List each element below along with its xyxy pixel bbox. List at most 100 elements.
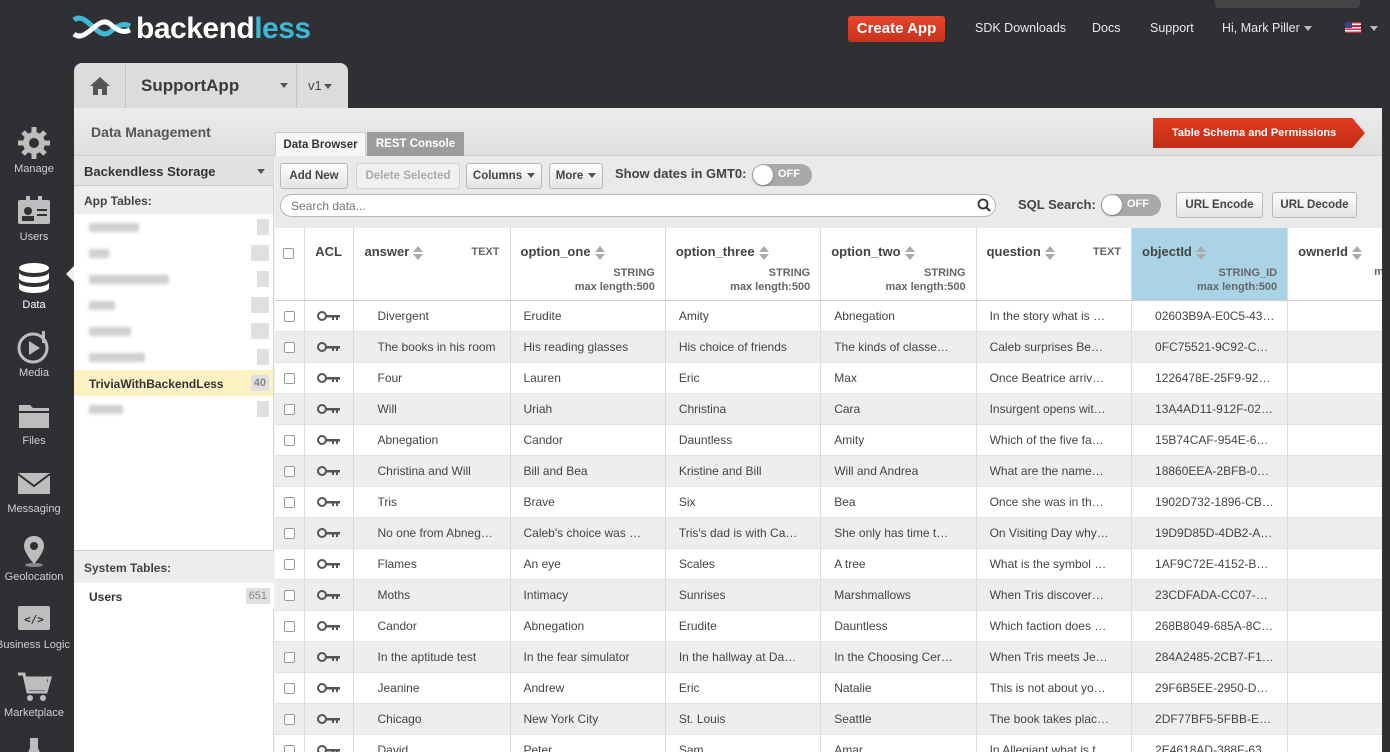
cell-objectid[interactable]: 268B8049-685A-8C… — [1131, 610, 1289, 642]
cell-answer[interactable]: Divergent — [353, 300, 511, 332]
cell-objectid[interactable]: 15B74CAF-954E-6… — [1131, 424, 1289, 456]
cell-option-one[interactable]: Abnegation — [510, 610, 666, 642]
nav-messaging[interactable]: Messaging — [0, 460, 68, 528]
cell-option-three[interactable]: Erudite — [665, 610, 822, 642]
table-item-selected[interactable]: TriviaWithBackendLess 40 — [74, 370, 273, 396]
cell-option-three[interactable]: Tris's dad is with Ca… — [665, 517, 822, 549]
cell-option-two[interactable]: Amity — [820, 424, 977, 456]
acl-cell[interactable] — [304, 641, 355, 673]
table-item-hidden[interactable] — [74, 318, 273, 344]
cell-objectid[interactable]: 19D9D85D-4DB2-A… — [1131, 517, 1289, 549]
table-item-hidden[interactable] — [74, 292, 273, 318]
cell-option-one[interactable]: Bill and Bea — [510, 455, 666, 487]
table-row[interactable]: Tris Brave Six Bea Once she was in th… 1902D7… — [275, 486, 1382, 518]
cell-option-three[interactable]: Christina — [665, 393, 822, 425]
cell-option-one[interactable]: Candor — [510, 424, 666, 456]
row-checkbox[interactable] — [284, 341, 296, 353]
cell-option-one[interactable]: Brave — [510, 486, 666, 518]
cell-option-three[interactable]: Dauntless — [665, 424, 822, 456]
search-input[interactable] — [280, 194, 996, 217]
cell-option-one[interactable]: In the fear simulator — [510, 641, 666, 673]
cell-ownerid[interactable] — [1287, 579, 1382, 611]
sort-icon[interactable] — [594, 245, 605, 260]
nav-marketplace[interactable]: Marketplace — [0, 664, 68, 732]
column-header-objectid[interactable]: objectId STRING_ID max length:500 — [1131, 228, 1289, 301]
cell-question[interactable]: Insurgent opens wit… — [976, 393, 1133, 425]
cell-objectid[interactable]: 284A2485-2CB7-F1… — [1131, 641, 1289, 673]
table-row[interactable]: In the aptitude test In the fear simulato… — [275, 641, 1382, 673]
cell-ownerid[interactable] — [1287, 703, 1382, 735]
gmt-dates-toggle[interactable]: OFF — [752, 164, 812, 186]
cell-option-two[interactable]: Bea — [820, 486, 977, 518]
support-link[interactable]: Support — [1150, 21, 1194, 35]
cell-objectid[interactable]: 02603B9A-E0C5-43… — [1131, 300, 1289, 332]
row-checkbox[interactable] — [284, 496, 296, 508]
cell-option-two[interactable]: The kinds of classe… — [820, 331, 977, 363]
cell-objectid[interactable]: 2E4618AD-388F-63… — [1131, 734, 1289, 752]
table-item-hidden[interactable] — [74, 396, 273, 422]
cell-option-three[interactable]: In the hallway at Da… — [665, 641, 822, 673]
cell-answer[interactable]: In the aptitude test — [353, 641, 511, 673]
cell-objectid[interactable]: 18860EEA-2BFB-0… — [1131, 455, 1289, 487]
table-row[interactable]: Candor Abnegation Erudite Dauntless Which fa… — [275, 610, 1382, 642]
table-row[interactable]: Chicago New York City St. Louis Seattle The … — [275, 703, 1382, 735]
row-checkbox[interactable] — [284, 558, 296, 570]
nav-data[interactable]: Data — [0, 256, 68, 324]
cell-objectid[interactable]: 1AF9C72E-4152-B… — [1131, 548, 1289, 580]
table-row[interactable]: Christina and Will Bill and Bea Kristine a… — [275, 455, 1382, 487]
cell-answer[interactable]: Four — [353, 362, 511, 394]
table-row[interactable]: The books in his room His reading glasses… — [275, 331, 1382, 363]
acl-cell[interactable] — [304, 579, 355, 611]
cell-answer[interactable]: Flames — [353, 548, 511, 580]
cell-ownerid[interactable] — [1287, 393, 1382, 425]
cell-option-three[interactable]: Six — [665, 486, 822, 518]
cell-option-three[interactable]: Kristine and Bill — [665, 455, 822, 487]
acl-cell[interactable] — [304, 393, 355, 425]
column-header-option-two[interactable]: option_two STRING max length:500 — [820, 228, 977, 301]
cell-answer[interactable]: Tris — [353, 486, 511, 518]
cell-option-two[interactable]: Seattle — [820, 703, 977, 735]
columns-dropdown[interactable]: Columns — [466, 163, 542, 189]
nav-manage[interactable]: Manage — [0, 120, 68, 188]
cell-option-three[interactable]: Amity — [665, 300, 822, 332]
cell-ownerid[interactable] — [1287, 362, 1382, 394]
cell-objectid[interactable]: 0FC75521-9C92-C… — [1131, 331, 1289, 363]
cell-option-two[interactable]: A tree — [820, 548, 977, 580]
column-header-ownerid[interactable]: ownerId ma — [1287, 228, 1382, 301]
table-item-hidden[interactable] — [74, 344, 273, 370]
row-checkbox[interactable] — [284, 465, 296, 477]
language-chevron-icon[interactable] — [1370, 26, 1378, 31]
delete-selected-button[interactable]: Delete Selected — [356, 163, 460, 189]
cell-question[interactable]: What is the symbol … — [976, 548, 1133, 580]
table-row[interactable]: David Peter Sam Amar In Allegiant what is t…… — [275, 734, 1382, 752]
cell-objectid[interactable]: 1226478E-25F9-92… — [1131, 362, 1289, 394]
cell-objectid[interactable]: 13A4AD11-912F-02… — [1131, 393, 1289, 425]
cell-answer[interactable]: Jeanine — [353, 672, 511, 704]
sort-icon[interactable] — [1195, 245, 1206, 260]
cell-option-two[interactable]: She only has time t… — [820, 517, 977, 549]
cell-question[interactable]: Once she was in th… — [976, 486, 1133, 518]
cell-option-two[interactable]: In the Choosing Cer… — [820, 641, 977, 673]
cell-answer[interactable]: Christina and Will — [353, 455, 511, 487]
add-new-button[interactable]: Add New — [280, 163, 348, 189]
cell-ownerid[interactable] — [1287, 734, 1382, 752]
cell-option-one[interactable]: Erudite — [510, 300, 666, 332]
cell-option-two[interactable]: Amar — [820, 734, 977, 752]
cell-question[interactable]: Which faction does … — [976, 610, 1133, 642]
nav-media[interactable]: Media — [0, 324, 68, 392]
cell-option-three[interactable]: Scales — [665, 548, 822, 580]
cell-answer[interactable]: The books in his room — [353, 331, 511, 363]
url-encode-button[interactable]: URL Encode — [1176, 192, 1263, 218]
system-table-users[interactable]: Users 651 — [74, 583, 274, 609]
cell-question[interactable]: Once Beatrice arriv… — [976, 362, 1133, 394]
cell-option-three[interactable]: Sunrises — [665, 579, 822, 611]
create-app-button[interactable]: Create App — [848, 16, 945, 42]
cell-question[interactable]: Which of the five fa… — [976, 424, 1133, 456]
sort-icon[interactable] — [758, 245, 769, 260]
cell-question[interactable]: Caleb surprises Be… — [976, 331, 1133, 363]
row-checkbox[interactable] — [284, 713, 296, 725]
cell-question[interactable]: In the story what is … — [976, 300, 1133, 332]
sort-icon[interactable] — [413, 245, 424, 260]
table-row[interactable]: Moths Intimacy Sunrises Marshmallows When Tr… — [275, 579, 1382, 611]
column-header-answer[interactable]: answer TEXT — [353, 228, 511, 301]
